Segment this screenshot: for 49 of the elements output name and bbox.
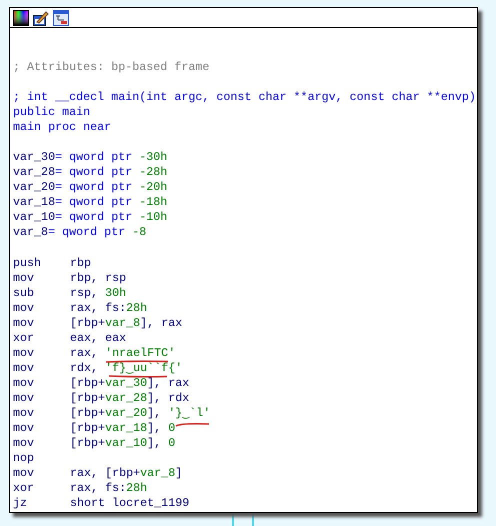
instruction-mnemonic: mov (13, 422, 36, 434)
instruction-mnemonic: mov (13, 406, 36, 418)
instruction-mnemonic: xor (13, 482, 36, 494)
pen-stroke (108, 374, 168, 378)
instruction-operands: rax, fs:28h (70, 302, 148, 314)
variable-declaration: var_30= qword ptr -30h (13, 150, 168, 165)
variable-declaration: var_8= qword ptr -8 (13, 225, 148, 240)
instruction-operands: rax, [rbp+var_8] (70, 466, 182, 478)
variable-declaration: var_18= qword ptr -18h (13, 195, 168, 210)
instruction-mnemonic: mov (13, 376, 36, 388)
instruction-operands: [rbp+var_8], rax (70, 316, 182, 328)
instruction-operands: short locret_1199 (70, 496, 190, 508)
instruction-operands: rax, 'nraelFTC' (70, 346, 176, 358)
instruction-operands: [rbp+var_30], rax (70, 376, 190, 388)
instruction-mnemonic: mov (13, 302, 36, 314)
instruction-mnemonic: mov (13, 466, 36, 478)
instruction-operands: eax, eax (70, 332, 126, 344)
instruction-operands: [rbp+var_10], 0 (70, 436, 176, 448)
comment-line: ; Attributes: bp-based frame (13, 60, 210, 75)
instruction-mnemonic: mov (13, 272, 36, 284)
instruction-operands: rdx, 'f}‿uu``f{' (70, 362, 182, 374)
code-line: main proc near (13, 120, 112, 135)
instruction-mnemonic: mov (13, 346, 36, 358)
instruction-mnemonic: mov (13, 362, 36, 374)
instruction-mnemonic: mov (13, 436, 36, 448)
instruction-mnemonic: mov (13, 392, 36, 404)
color-palette-icon[interactable] (13, 10, 29, 26)
instruction-mnemonic: sub (13, 286, 36, 298)
instruction-operands: [rbp+var_20], '}‿`l' (70, 406, 210, 418)
graph-window-icon[interactable] (53, 10, 69, 26)
code-line: public main (13, 105, 92, 120)
instruction-mnemonic: mov (13, 316, 36, 328)
instruction-operands: rsp, 30h (70, 286, 126, 298)
variable-declaration: var_10= qword ptr -10h (13, 210, 168, 225)
pen-stroke (105, 360, 169, 362)
instruction-mnemonic: nop (13, 452, 36, 464)
instruction-operands: rbp, rsp (70, 272, 126, 284)
instruction-operands: [rbp+var_28], rdx (70, 392, 190, 404)
code-line: ; int __cdecl main(int argc, const char **argv, const char **envp) (13, 90, 474, 105)
edit-pencil-icon[interactable] (33, 10, 49, 26)
instruction-mnemonic: jz (13, 496, 28, 508)
instruction-operands: rbp (70, 256, 92, 268)
variable-declaration: var_20= qword ptr -20h (13, 180, 168, 195)
instruction-mnemonic: xor (13, 332, 36, 344)
variable-declaration: var_28= qword ptr -28h (13, 165, 168, 180)
instruction-mnemonic: push (13, 256, 42, 268)
pen-stroke (175, 422, 210, 428)
instruction-operands: [rbp+var_18], 0 (70, 422, 176, 434)
instruction-operands: rax, fs:28h (70, 482, 148, 494)
